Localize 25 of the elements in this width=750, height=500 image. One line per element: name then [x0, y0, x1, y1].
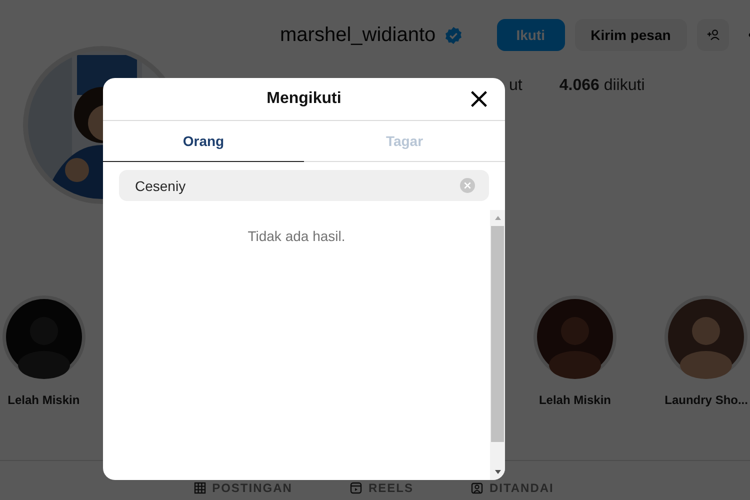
close-icon[interactable] — [470, 90, 488, 108]
search-field[interactable]: Ceseniy — [135, 178, 460, 194]
dialog-tab[interactable]: Tagar — [304, 121, 505, 162]
scrollbar[interactable] — [490, 210, 505, 480]
profile-stat[interactable]: 4.066 diikuti — [559, 77, 645, 95]
add-person-button[interactable] — [696, 19, 729, 51]
add-person-icon — [704, 27, 721, 43]
verified-badge-icon — [444, 26, 463, 44]
highlight-label: Lelah Miskin — [8, 393, 80, 407]
profile-stat[interactable]: ut — [509, 77, 522, 95]
tagged-icon — [471, 482, 484, 494]
grid-icon — [194, 482, 206, 494]
username: marshel_widianto — [280, 24, 436, 46]
scroll-up-icon[interactable] — [492, 214, 502, 222]
clear-icon[interactable] — [460, 178, 475, 193]
dialog-title: Mengikuti — [266, 90, 342, 108]
search-bar[interactable]: Ceseniy — [119, 170, 489, 201]
profile-button[interactable]: Ikuti — [496, 19, 565, 51]
dialog-tab[interactable]: Orang — [103, 121, 304, 162]
highlight-label: Laundry Sho... — [664, 393, 748, 407]
scroll-down-icon[interactable] — [492, 468, 502, 476]
profile-button[interactable]: Kirim pesan — [574, 19, 687, 51]
highlight-label: Lelah Miskin — [538, 393, 611, 407]
reels-icon — [350, 482, 362, 494]
empty-message: Tidak ada hasil. — [248, 228, 346, 244]
